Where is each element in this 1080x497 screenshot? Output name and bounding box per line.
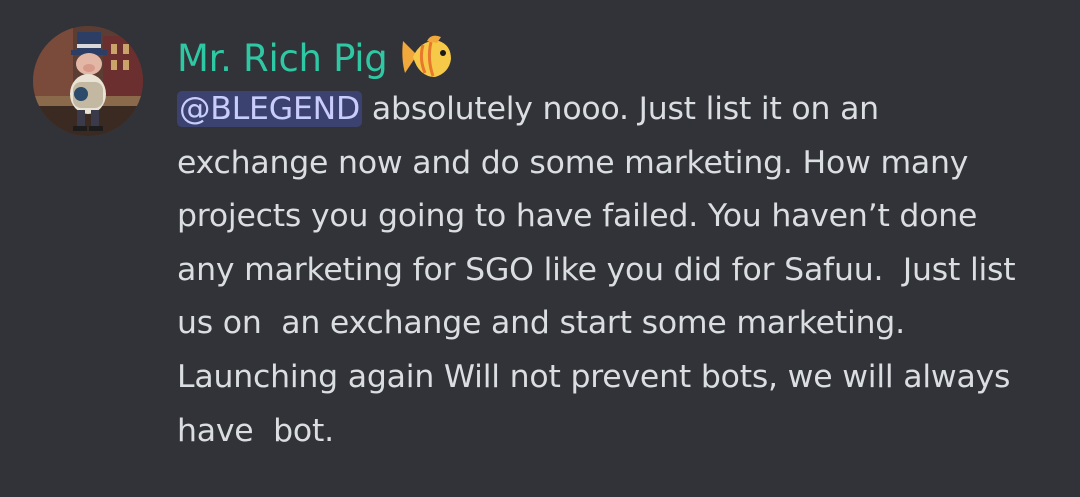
username[interactable]: Mr. Rich Pig [177, 37, 388, 80]
rich-pig-avatar-icon [33, 26, 143, 136]
message-line-3: projects you going to have failed. You h… [177, 198, 978, 235]
avatar[interactable] [33, 26, 143, 136]
message-text: absolutely nooo. Just list it on an [362, 91, 879, 127]
message-line-7: have bot. [177, 412, 334, 449]
user-mention[interactable]: @BLEGEND [177, 91, 363, 127]
chat-message: Mr. Rich Pig @BLEGEND absolutely nooo. J… [0, 0, 1080, 497]
message-line-5: us on an exchange and start some marketi… [177, 305, 905, 342]
message-line-1: @BLEGEND absolutely nooo. Just list it o… [177, 83, 1067, 137]
message-line-4: any marketing for SGO like you did for S… [177, 251, 1016, 288]
message-content: @BLEGEND absolutely nooo. Just list it o… [177, 83, 1067, 458]
message-line-2: exchange now and do some marketing. How … [177, 144, 969, 181]
message-line-6: Launching again Will not prevent bots, w… [177, 358, 1011, 395]
tropical-fish-icon [399, 33, 453, 83]
message-header: Mr. Rich Pig [177, 30, 453, 86]
